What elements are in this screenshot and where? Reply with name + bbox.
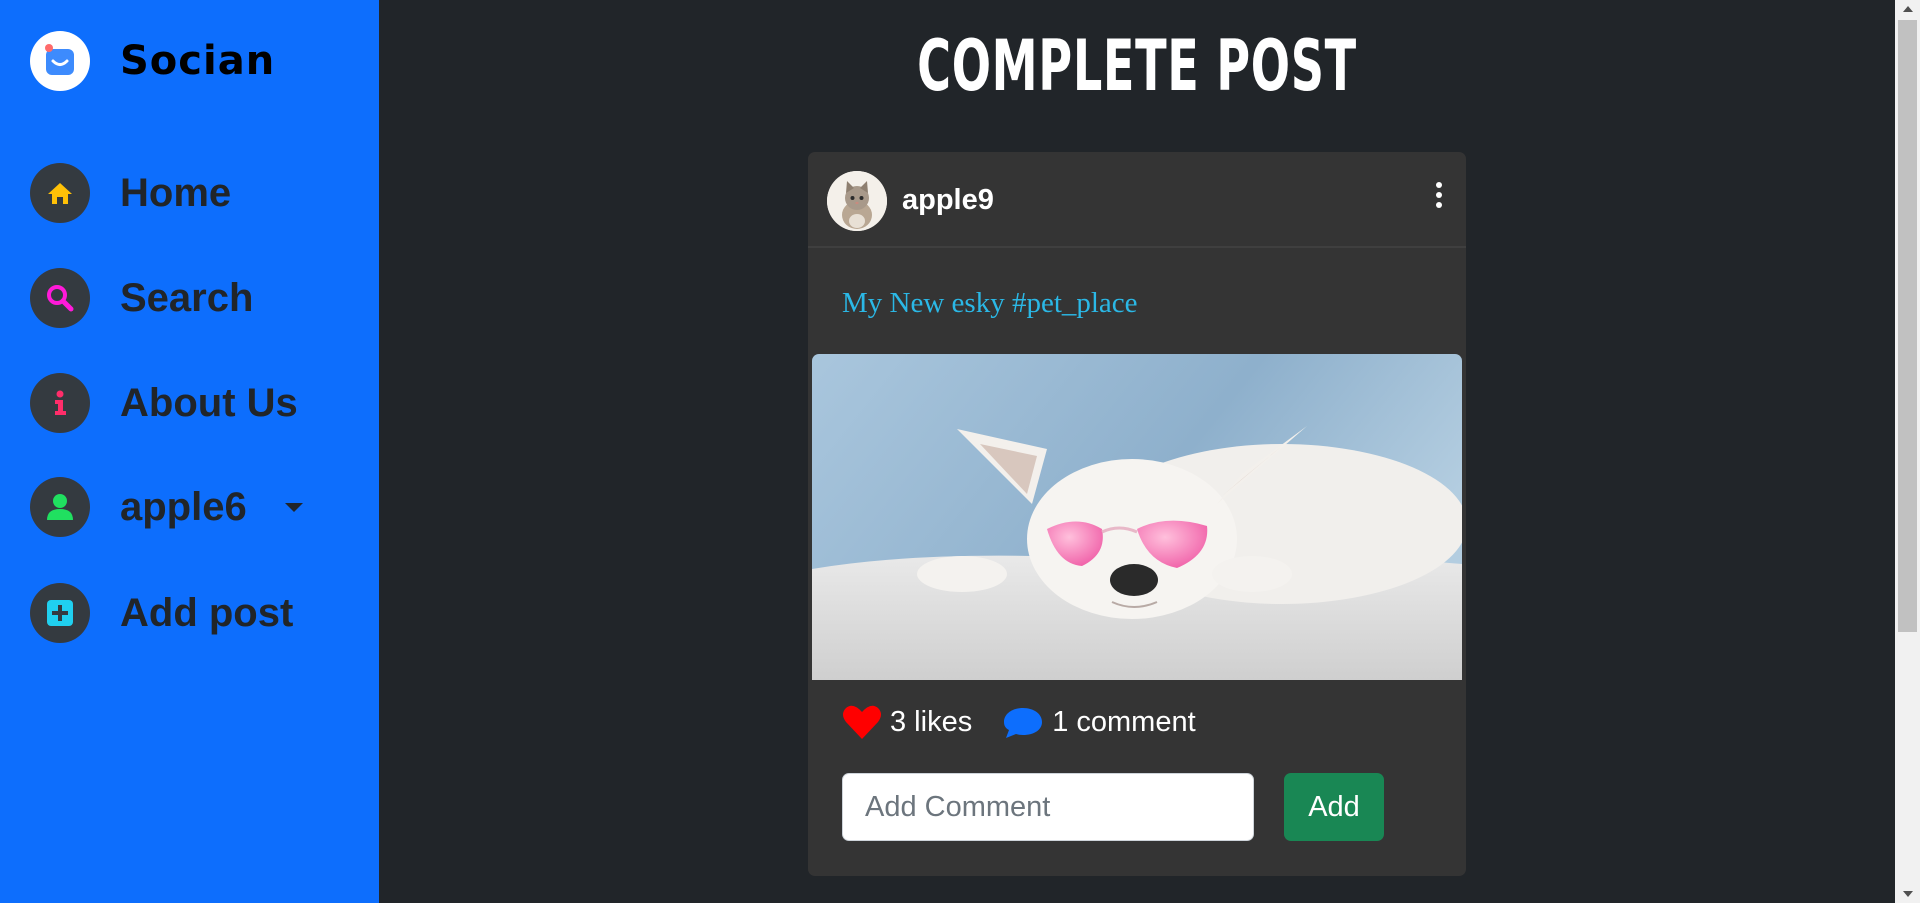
add-comment-button[interactable]: Add (1284, 773, 1384, 841)
scroll-thumb[interactable] (1898, 20, 1917, 632)
scrollbar[interactable] (1895, 0, 1920, 903)
brand[interactable]: Socian (30, 31, 275, 91)
nav-item-profile[interactable]: apple6 (30, 477, 303, 537)
nav-label-about: About Us (120, 380, 298, 425)
more-options-icon[interactable] (1434, 182, 1444, 212)
post-caption: My New esky #pet_place (842, 287, 1138, 319)
scroll-down-icon[interactable] (1895, 885, 1920, 903)
brand-name: Socian (120, 38, 276, 84)
avatar[interactable] (827, 171, 887, 231)
comments-count: 1 comment (1052, 705, 1196, 738)
post-image (812, 354, 1462, 680)
post-username[interactable]: apple9 (902, 184, 994, 217)
nav-label-search: Search (120, 275, 254, 320)
post-stats: 3 likes 1 comment (842, 704, 1196, 740)
brand-logo (30, 31, 90, 91)
nav-item-about[interactable]: About Us (30, 373, 298, 433)
plus-square-icon (30, 583, 90, 643)
comment-icon[interactable] (1002, 704, 1044, 740)
nav-item-home[interactable]: Home (30, 163, 231, 223)
dog-photo (812, 354, 1462, 680)
chevron-down-icon[interactable] (284, 502, 303, 512)
likes-count: 3 likes (890, 705, 973, 738)
comment-input[interactable] (842, 773, 1254, 841)
scroll-up-icon[interactable] (1895, 0, 1920, 18)
info-icon (30, 373, 90, 433)
post-header: apple9 (808, 152, 1466, 248)
nav-item-search[interactable]: Search (30, 268, 253, 328)
sidebar: Socian Home Search About Us apple6 Add p… (0, 0, 379, 903)
shopping-bag-icon (45, 44, 74, 75)
page-title: COMPLETE POST (917, 25, 1357, 107)
nav-label-profile: apple6 (120, 484, 247, 529)
nav-item-add-post[interactable]: Add post (30, 583, 293, 643)
user-icon (30, 477, 90, 537)
nav-label-home: Home (120, 170, 232, 215)
heart-icon[interactable] (842, 704, 882, 740)
kitten-image (827, 171, 887, 231)
post-card: apple9 My New esky #pet_place 3 likes 1 … (808, 152, 1466, 876)
nav-label-add-post: Add post (120, 590, 294, 635)
search-icon (30, 268, 90, 328)
home-icon (30, 163, 90, 223)
